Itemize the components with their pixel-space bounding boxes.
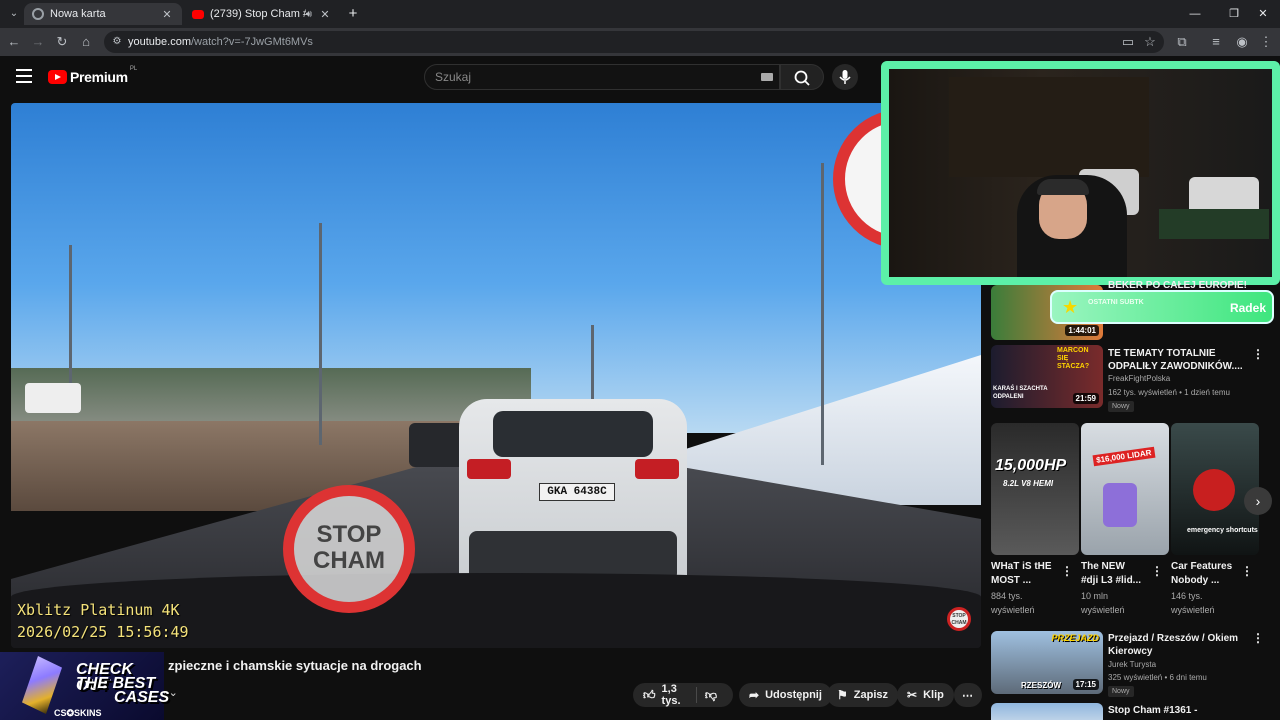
youtube-favicon-icon: [192, 9, 204, 19]
video-thumbnail[interactable]: [991, 703, 1103, 720]
thumbs-down-icon[interactable]: 👎︎: [705, 688, 717, 703]
youtube-logo[interactable]: Premium PL: [48, 66, 137, 85]
search-icon: [794, 70, 810, 86]
share-button[interactable]: ➦ Udostępnij: [739, 683, 832, 707]
youtube-play-icon: [48, 70, 67, 84]
short-views: 10 mln wyświetleń: [1081, 591, 1125, 615]
short-title[interactable]: WHaT iS tHE MOST ...: [991, 560, 1052, 588]
voice-search-button[interactable]: [832, 64, 858, 90]
search-input[interactable]: Szukaj: [424, 64, 780, 90]
bookmark-star-icon[interactable]: ☆: [1140, 32, 1160, 52]
new-tab-button[interactable]: +: [344, 5, 362, 23]
speaker-icon[interactable]: 🔊︎: [306, 9, 312, 20]
ad-brand: CS✪SKINS: [54, 708, 102, 718]
close-tab-icon[interactable]: ✕: [160, 8, 174, 21]
more-options-icon[interactable]: ⋮: [1241, 564, 1253, 578]
more-options-icon[interactable]: ⋮: [1252, 631, 1264, 645]
video-title[interactable]: TE TEMATY TOTALNIE ODPALIŁY ZAWODNIKÓW...…: [1108, 347, 1243, 373]
browser-tab-strip: ⌄ Nowa karta ✕ (2739) Stop Cham #1424 - …: [0, 0, 1280, 28]
short-views: 146 tys. wyświetleń: [1171, 591, 1215, 615]
tab-search-icon[interactable]: ⌄: [6, 6, 22, 22]
url-text: youtube.com/watch?v=-7JwGMt6MVs: [128, 36, 313, 48]
video-meta: 325 wyświetleń • 6 dni temu: [1108, 673, 1207, 682]
video-meta: 162 tys. wyświetleń • 1 dzień temu: [1108, 388, 1230, 397]
like-dislike-group: 👍︎ 1,3 tys. 👎︎: [633, 683, 733, 707]
media-icon[interactable]: ≡: [1206, 32, 1226, 52]
video-thumbnail[interactable]: PRZEJAZD RZESZÓW 17:15: [991, 631, 1103, 694]
minimize-button[interactable]: —: [1178, 0, 1212, 28]
share-icon: ➦: [749, 688, 760, 702]
save-button[interactable]: ⚑ Zapisz: [827, 683, 898, 707]
search-button[interactable]: [780, 64, 824, 90]
home-icon[interactable]: ⌂: [76, 32, 96, 52]
video-white-suv: GKA 6438C: [459, 399, 687, 591]
tab-youtube[interactable]: (2739) Stop Cham #1424 - I 🔊︎ ✕: [184, 3, 340, 25]
keyboard-icon[interactable]: [761, 73, 773, 81]
forward-icon[interactable]: →: [28, 32, 48, 52]
hamburger-menu-icon[interactable]: [16, 69, 32, 83]
subscriber-name: Radek: [1229, 301, 1266, 315]
like-count[interactable]: 1,3 tys.: [662, 683, 689, 707]
video-title[interactable]: Przejazd / Rzeszów / Okiem Kierowcy: [1108, 632, 1238, 658]
subscriber-alert: ★ OSTATNI SUBTK Radek: [1050, 290, 1274, 324]
osd-camera-label: Xblitz Platinum 4K: [17, 601, 180, 619]
osd-timestamp: 2026/02/25 15:56:49: [17, 623, 189, 641]
more-options-icon[interactable]: ⋮: [1151, 564, 1163, 578]
short-thumbnail[interactable]: emergency shortcuts: [1171, 423, 1259, 555]
street-lamp: [69, 245, 72, 395]
street-lamp: [319, 223, 322, 445]
address-bar[interactable]: ⚙ youtube.com/watch?v=-7JwGMt6MVs: [104, 31, 1164, 53]
extensions-icon[interactable]: ⧉: [1172, 32, 1192, 52]
video-van: [25, 383, 81, 413]
short-thumbnail[interactable]: $16,000 LIDAR: [1081, 423, 1169, 555]
channel-name[interactable]: Jurek Turysta: [1108, 659, 1156, 671]
streamer-webcam-overlay: [881, 61, 1280, 285]
short-thumbnail[interactable]: 15,000HP 8.2L V8 HEMI: [991, 423, 1079, 555]
stop-cham-watermark: STOP CHAM: [283, 485, 415, 613]
video-player[interactable]: GKA 6438C STOP CHAM STC STOPCHAM Xblitz …: [11, 103, 981, 648]
video-title[interactable]: Stop Cham #1361 -: [1108, 704, 1197, 717]
back-icon[interactable]: ←: [4, 32, 24, 52]
cast-icon[interactable]: ▭: [1118, 32, 1138, 52]
close-window-button[interactable]: ✕: [1246, 0, 1280, 28]
short-title[interactable]: The NEW #dji L3 #lid...: [1081, 560, 1141, 588]
bookmark-icon: ⚑: [837, 688, 848, 702]
close-tab-icon[interactable]: ✕: [318, 8, 332, 21]
more-actions-button[interactable]: ⋯: [954, 683, 982, 707]
related-videos: 1:44:01 BEKER PO CAŁEJ EUROPIE! MARCON S…: [990, 280, 1280, 720]
profile-avatar[interactable]: ◉: [1232, 32, 1252, 52]
clip-button[interactable]: ✂ Klip: [897, 683, 954, 707]
browser-menu-icon[interactable]: ⋮: [1256, 32, 1276, 52]
video-treeline: [11, 368, 531, 428]
reload-icon[interactable]: ↻: [52, 32, 72, 52]
license-plate: GKA 6438C: [539, 483, 615, 501]
video-title: zpieczne i chamskie sytuacje na drogach: [168, 658, 422, 673]
new-badge: Nowy: [1108, 401, 1134, 412]
microphone-icon: [839, 70, 851, 84]
tab-new-tab[interactable]: Nowa karta ✕: [24, 3, 182, 25]
channel-name[interactable]: FreakFightPolska: [1108, 373, 1170, 385]
short-title[interactable]: Car Features Nobody ...: [1171, 560, 1232, 588]
star-icon: ★: [1062, 297, 1079, 317]
site-info-icon[interactable]: ⚙: [110, 35, 124, 49]
more-options-icon[interactable]: ⋮: [1061, 564, 1073, 578]
scissors-icon: ✂: [907, 688, 918, 702]
street-lamp: [591, 325, 594, 409]
browser-toolbar: ← → ↻ ⌂ ⚙ youtube.com/watch?v=-7JwGMt6MV…: [0, 28, 1280, 56]
cs-skins-ad-overlay: CHECK OUT THE BEST CASES CS✪SKINS: [0, 652, 169, 720]
video-thumbnail[interactable]: MARCON SIĘ STACZA? KARAŚ I SZACHTA ODPAL…: [991, 345, 1103, 408]
thumbs-up-icon[interactable]: 👍︎: [643, 688, 656, 703]
tab-title: Nowa karta: [50, 8, 106, 20]
more-options-icon[interactable]: ⋮: [1252, 347, 1264, 361]
channel-watermark-icon[interactable]: STOP CHAM: [947, 607, 971, 631]
tab-title: (2739) Stop Cham #1424 - I: [210, 8, 306, 20]
street-lamp: [821, 163, 824, 465]
short-views: 884 tys. wyświetleń: [991, 591, 1035, 615]
sword-icon: [22, 656, 62, 714]
globe-icon: [32, 8, 44, 20]
shorts-next-arrow-icon[interactable]: ›: [1244, 487, 1272, 515]
new-badge: Nowy: [1108, 686, 1134, 697]
